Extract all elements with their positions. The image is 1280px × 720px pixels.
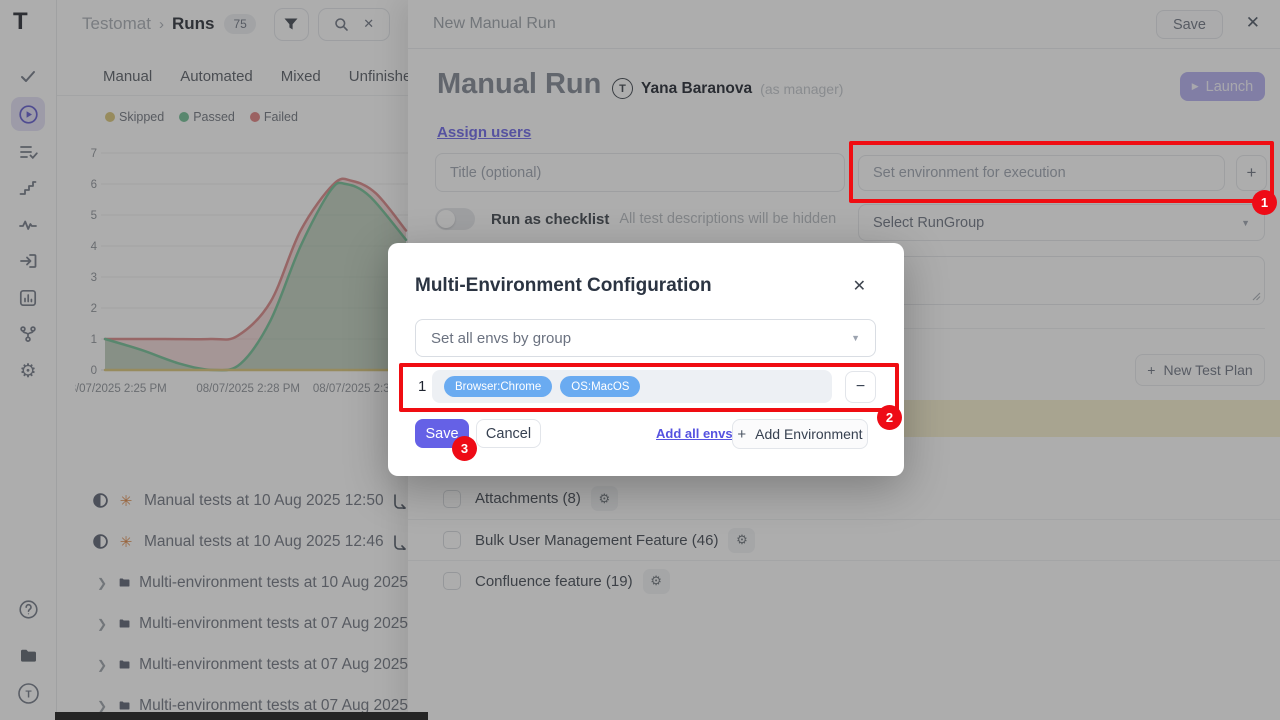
annotation-box-2 <box>399 363 899 412</box>
modal-cancel-button[interactable]: Cancel <box>476 419 541 448</box>
add-all-envs-link[interactable]: Add all envs <box>656 426 733 441</box>
env-group-select[interactable]: Set all envs by group ▼ <box>415 319 876 357</box>
annotation-badge-3: 3 <box>452 436 477 461</box>
app-window: T ⚙ T <box>0 0 1280 720</box>
annotation-badge-2: 2 <box>877 405 902 430</box>
modal-close-icon[interactable]: ✕ <box>853 276 866 296</box>
add-environment-button[interactable]: + Add Environment <box>732 419 868 449</box>
caret-down-icon: ▼ <box>851 333 860 343</box>
annotation-box-1 <box>849 141 1274 203</box>
plus-icon: + <box>737 426 746 443</box>
annotation-badge-1: 1 <box>1252 190 1277 215</box>
modal-title: Multi-Environment Configuration <box>415 275 712 297</box>
